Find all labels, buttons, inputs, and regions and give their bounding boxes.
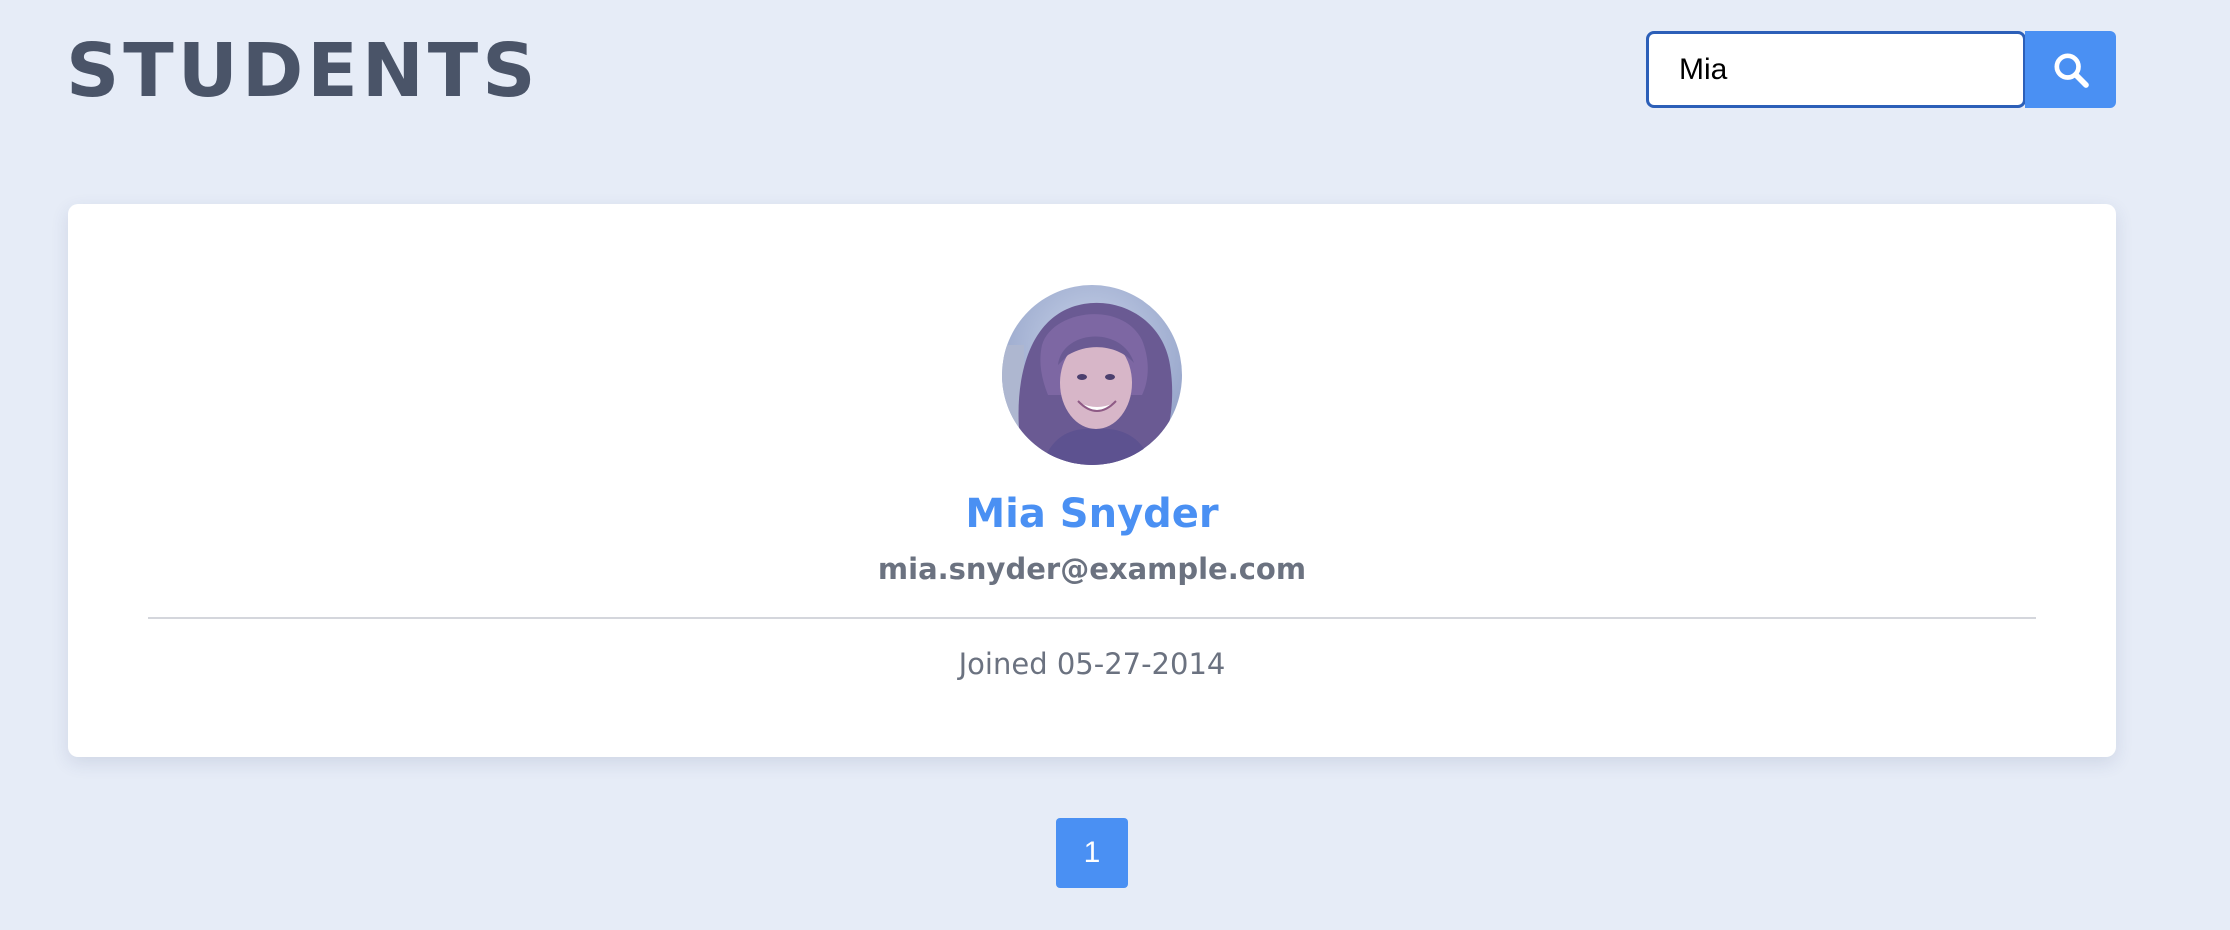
search-input[interactable] bbox=[1646, 31, 2026, 108]
student-card: Mia Snyder mia.snyder@example.com Joined… bbox=[68, 204, 2116, 757]
student-name[interactable]: Mia Snyder bbox=[68, 489, 2116, 539]
joined-date: Joined 05-27-2014 bbox=[958, 647, 1226, 681]
search-button[interactable] bbox=[2025, 31, 2116, 108]
search-form bbox=[1646, 31, 2116, 108]
student-email: mia.snyder@example.com bbox=[877, 552, 1307, 586]
avatar bbox=[1002, 285, 1182, 465]
pagination: 1 bbox=[1056, 818, 1128, 888]
page-title: STUDENTS bbox=[66, 28, 540, 114]
divider bbox=[148, 617, 2036, 619]
page-button-1[interactable]: 1 bbox=[1056, 818, 1128, 888]
avatar-photo bbox=[1002, 285, 1182, 465]
search-icon bbox=[2054, 53, 2089, 88]
